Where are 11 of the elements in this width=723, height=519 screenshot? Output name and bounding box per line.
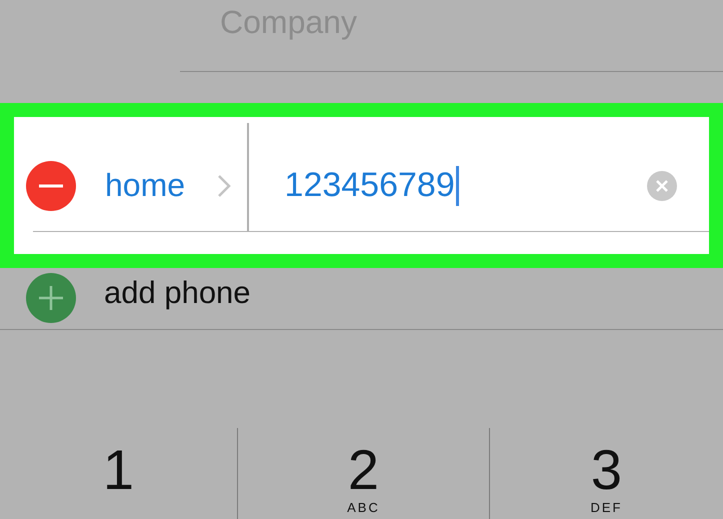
remove-icon[interactable]	[26, 160, 76, 210]
add-phone-label[interactable]: add phone	[104, 274, 251, 310]
keypad-key[interactable]: 3 DEF	[489, 428, 723, 519]
keypad-key[interactable]: 2 ABC	[237, 428, 489, 519]
phone-label-button[interactable]: home	[105, 167, 186, 204]
clear-icon[interactable]	[647, 170, 677, 200]
phone-number-field[interactable]: 123456789	[284, 166, 455, 205]
keypad-key[interactable]: 1	[0, 428, 237, 519]
text-cursor	[456, 166, 459, 206]
chevron-icon	[217, 174, 232, 198]
add-icon[interactable]	[26, 272, 76, 322]
